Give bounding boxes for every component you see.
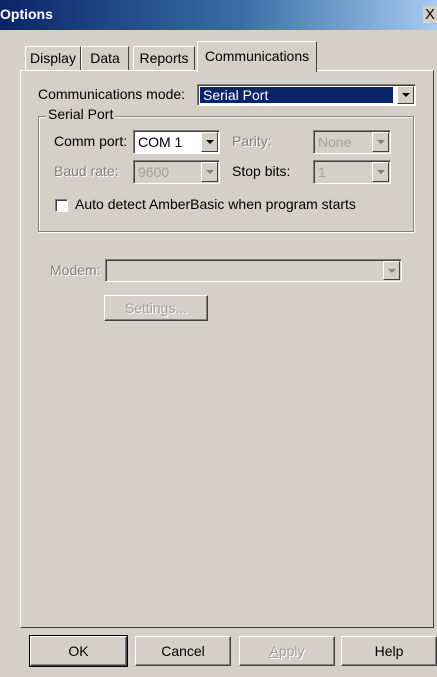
parity-label: Parity: (232, 133, 272, 149)
communications-mode-value: Serial Port (200, 87, 393, 103)
parity-value: None (318, 134, 352, 150)
ok-button-label: OK (68, 643, 89, 659)
serial-port-group-label: Serial Port (46, 106, 116, 122)
chevron-down-icon[interactable] (372, 132, 389, 152)
chevron-down-icon[interactable] (372, 162, 389, 182)
chevron-down-icon[interactable] (201, 162, 218, 182)
auto-detect-checkbox[interactable] (55, 199, 68, 212)
comm-port-label: Comm port: (54, 133, 128, 149)
panel-content: Communications mode: Serial Port Serial … (0, 0, 437, 677)
chevron-down-icon[interactable] (201, 132, 218, 152)
comm-port-select[interactable]: COM 1 (133, 130, 220, 154)
modem-label: Modem: (50, 262, 101, 278)
options-dialog: Options X Display Data Reports Communica… (0, 0, 437, 677)
apply-button[interactable]: Apply (239, 636, 335, 666)
chevron-down-icon[interactable] (397, 86, 414, 104)
parity-select[interactable]: None (313, 130, 391, 154)
cancel-button[interactable]: Cancel (135, 636, 231, 666)
communications-mode-select[interactable]: Serial Port (197, 84, 416, 106)
help-button-label: Help (374, 643, 404, 659)
stop-bits-label: Stop bits: (232, 163, 291, 179)
stop-bits-select[interactable]: 1 (313, 160, 391, 184)
cancel-button-label: Cancel (161, 643, 205, 659)
baud-rate-select[interactable]: 9600 (133, 160, 220, 184)
chevron-down-icon[interactable] (383, 261, 400, 280)
baud-rate-label: Baud rate: (54, 163, 119, 179)
baud-rate-value: 9600 (138, 164, 170, 180)
ok-button[interactable]: OK (29, 635, 128, 667)
modem-select[interactable] (105, 259, 402, 282)
auto-detect-label[interactable]: Auto detect AmberBasic when program star… (75, 196, 356, 212)
settings-button[interactable]: Settings... (104, 295, 208, 321)
settings-button-label: Settings... (124, 300, 188, 316)
comm-port-value: COM 1 (138, 134, 183, 150)
apply-button-label: Apply (269, 643, 305, 659)
stop-bits-value: 1 (318, 164, 326, 180)
help-button[interactable]: Help (341, 636, 437, 666)
communications-mode-label: Communications mode: (38, 86, 186, 102)
